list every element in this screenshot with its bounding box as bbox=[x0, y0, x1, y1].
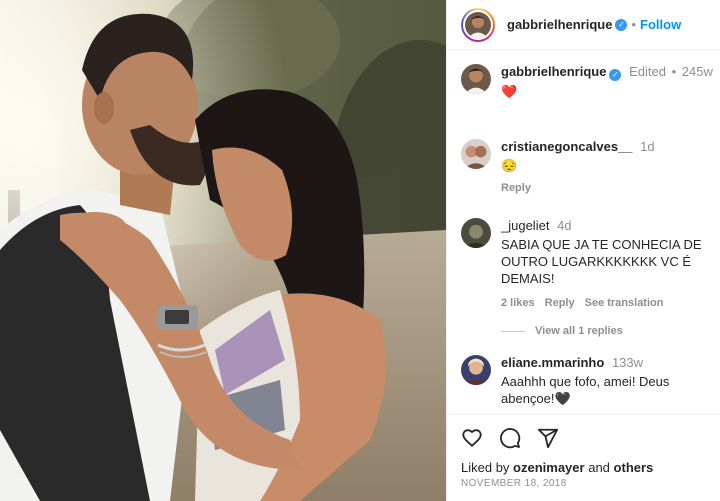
reply-button[interactable]: Reply bbox=[501, 182, 531, 194]
commenter-username[interactable]: cristianegoncalves__ bbox=[501, 139, 633, 154]
comment-time: 133w bbox=[611, 355, 644, 370]
paper-plane-icon[interactable] bbox=[537, 427, 559, 449]
separator-dot: • bbox=[671, 64, 677, 79]
couple-photo-illustration bbox=[0, 0, 446, 501]
verified-badge-icon: ✓ bbox=[609, 69, 622, 81]
follow-button[interactable]: Follow bbox=[640, 17, 681, 32]
post-header: gabbrielhenrique ✓ • Follow bbox=[447, 0, 720, 50]
liked-by-username[interactable]: ozenimayer bbox=[513, 460, 585, 475]
comment-time: 4d bbox=[557, 218, 572, 233]
liked-by-prefix: Liked by bbox=[461, 460, 510, 475]
liked-by-others[interactable]: others bbox=[614, 460, 654, 475]
post-photo[interactable] bbox=[0, 0, 446, 501]
comment-text: SABIA QUE JA TE CONHECIA DE OUTRO LUGARK… bbox=[501, 237, 702, 286]
speech-bubble-icon[interactable] bbox=[499, 427, 521, 449]
caption-author-username[interactable]: gabbrielhenrique bbox=[501, 64, 606, 79]
author-avatar bbox=[465, 11, 491, 38]
commenter-avatar[interactable] bbox=[461, 355, 491, 385]
liked-by-and: and bbox=[588, 460, 610, 475]
separator-dot: • bbox=[631, 17, 637, 32]
post-footer: Liked by ozenimayer and others NOVEMBER … bbox=[447, 414, 720, 501]
reply-button[interactable]: Reply bbox=[545, 297, 575, 309]
commenter-avatar[interactable] bbox=[461, 218, 491, 248]
reply-divider bbox=[501, 330, 525, 332]
commenter-username[interactable]: eliane.mmarinho bbox=[501, 355, 604, 370]
comment-time: 1d bbox=[640, 139, 655, 154]
post-actions bbox=[461, 427, 559, 449]
comment-text: 😔 bbox=[501, 158, 518, 173]
view-replies-button[interactable]: View all 1 replies bbox=[501, 325, 623, 337]
caption-text: ❤️ bbox=[501, 84, 518, 99]
liked-by-line: Liked by ozenimayer and others bbox=[461, 460, 653, 475]
heart-outline-icon[interactable] bbox=[461, 427, 483, 449]
caption-time: 245w bbox=[681, 64, 713, 79]
comment-likes[interactable]: 2 likes bbox=[501, 297, 535, 309]
caption-author-avatar[interactable] bbox=[461, 64, 491, 94]
comment-text: Aaahhh que fofo, amei! Deus abençoe!🖤 bbox=[501, 374, 670, 406]
author-story-avatar[interactable] bbox=[461, 7, 495, 42]
view-replies-label: View all 1 replies bbox=[535, 325, 623, 337]
verified-badge-icon: ✓ bbox=[615, 18, 628, 31]
post-side-panel: gabbrielhenrique ✓ • Follow gabbrielhenr… bbox=[446, 0, 720, 501]
see-translation-button[interactable]: See translation bbox=[585, 297, 664, 309]
post-author-username[interactable]: gabbrielhenrique bbox=[507, 17, 612, 32]
caption-edited: Edited bbox=[629, 64, 666, 79]
commenter-avatar[interactable] bbox=[461, 139, 491, 169]
commenter-username[interactable]: _jugeliet bbox=[501, 218, 549, 233]
post-date: NOVEMBER 18, 2018 bbox=[461, 478, 567, 489]
